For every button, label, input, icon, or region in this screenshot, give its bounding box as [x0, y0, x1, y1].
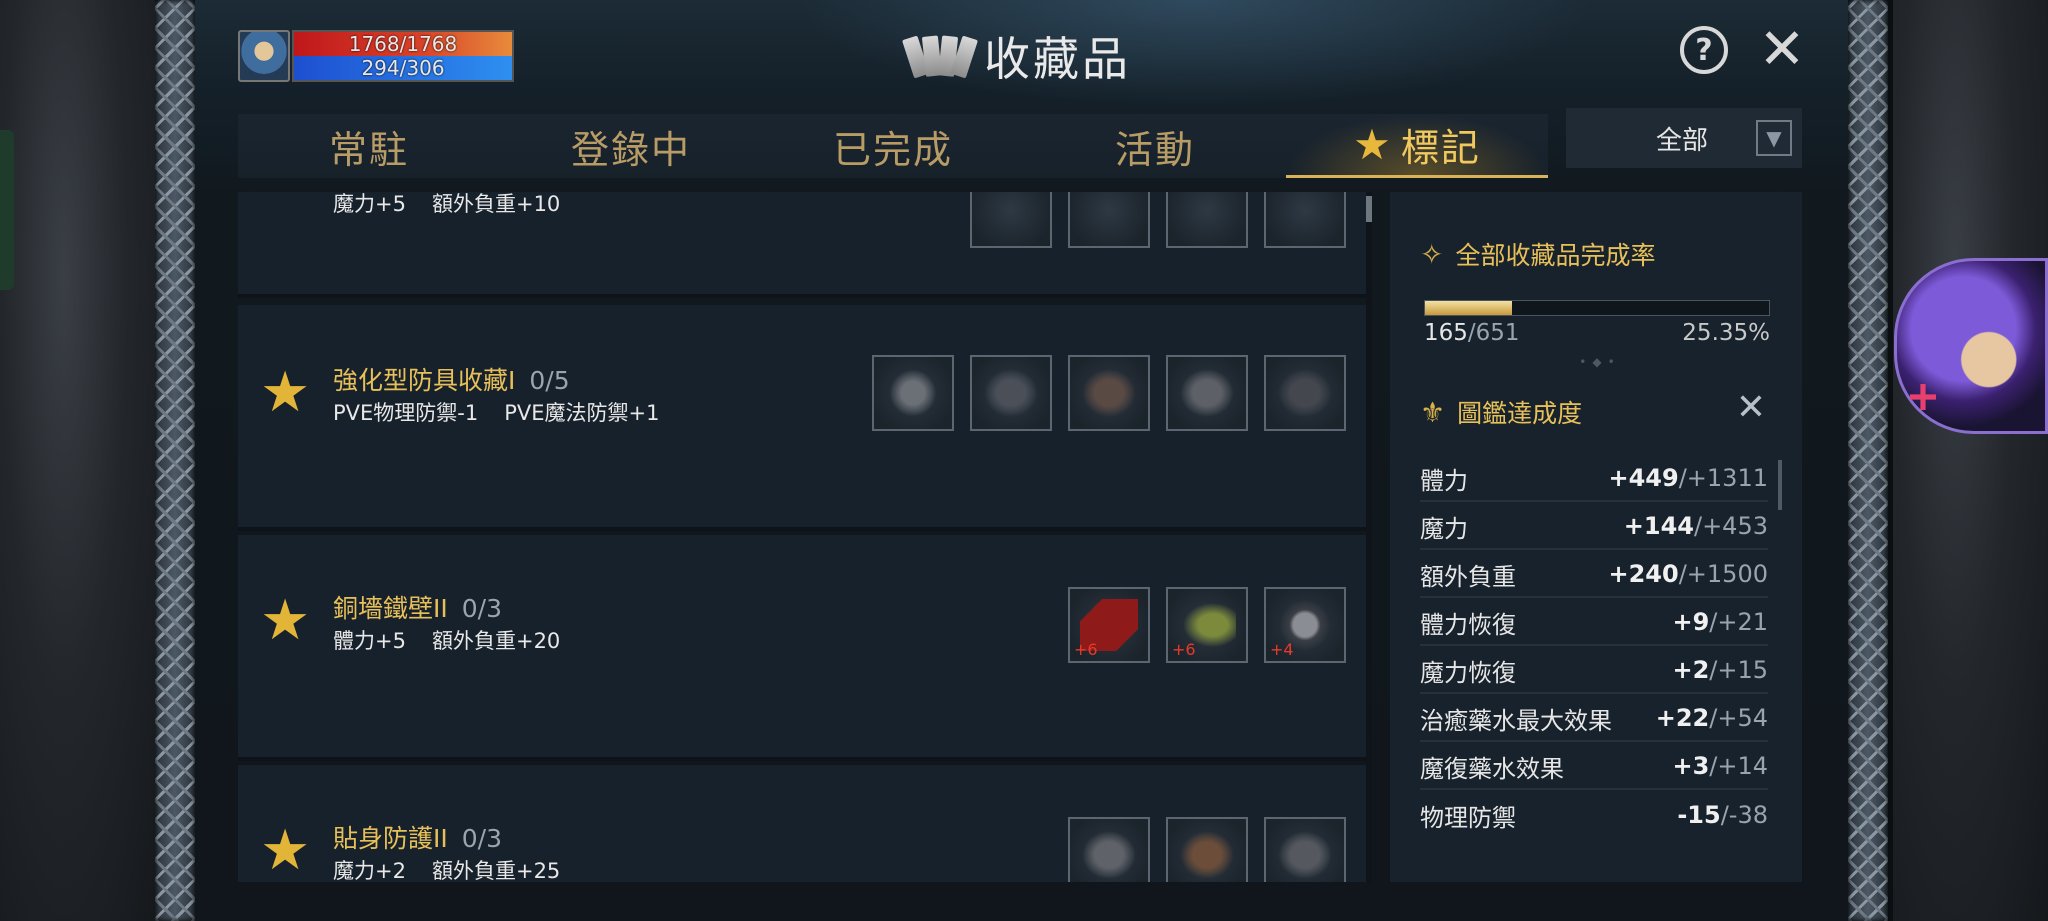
codex-stat-row: 物理防禦 -15/-38 — [1420, 801, 1768, 832]
tab-completed[interactable]: 已完成 — [762, 114, 1024, 178]
codex-stat-row: 治癒藥水最大效果 +22/+54 — [1420, 696, 1768, 742]
completion-icon: ✧ — [1420, 237, 1444, 271]
side-handle — [0, 130, 14, 290]
stats-side-panel: ✧ 全部收藏品完成率 165/651 25.35% •◆• ⚜ 圖鑑達成度 ✕ … — [1390, 192, 1802, 882]
codex-close-button[interactable]: ✕ — [1736, 390, 1766, 426]
card-progress: 0/5 — [529, 366, 570, 395]
character-portrait[interactable] — [1894, 258, 2048, 434]
item-slot[interactable] — [970, 192, 1052, 248]
item-slot-armor[interactable] — [1166, 355, 1248, 431]
card-stat: 額外負重+20 — [431, 629, 561, 653]
close-icon: ✕ — [1758, 17, 1806, 82]
completion-progress-fill — [1425, 301, 1513, 315]
completion-title: 全部收藏品完成率 — [1455, 241, 1656, 270]
category-tabs: 常駐 登錄中 已完成 活動 ★ 標記 — [238, 114, 1548, 178]
card-name: 貼身防護II — [333, 824, 448, 853]
page-title: 收藏品 — [984, 32, 1131, 86]
card-stat: 魔力+2 — [333, 859, 406, 882]
item-slot-armor[interactable] — [1068, 817, 1150, 882]
tab-registering[interactable]: 登錄中 — [500, 114, 762, 178]
ornate-frame-right — [1848, 0, 1888, 921]
card-stat: PVE魔法防禦+1 — [504, 401, 660, 425]
item-slot-armor[interactable] — [1166, 817, 1248, 882]
codex-stat-row: 體力 +449/+1311 — [1420, 456, 1768, 502]
stone-background-right — [1893, 0, 2048, 921]
item-slot-armor[interactable] — [1068, 355, 1150, 431]
item-slot-wings[interactable]: +6 — [1166, 587, 1248, 663]
enchant-level: +6 — [1074, 640, 1098, 659]
player-status: 1768/1768 294/306 — [238, 30, 514, 82]
tab-permanent[interactable]: 常駐 — [238, 114, 500, 178]
collection-card[interactable]: ★ 強化型防具收藏I 0/5 PVE物理防禦-1 PVE魔法防禦+1 — [238, 305, 1368, 531]
filter-dropdown[interactable]: 全部 ▼ — [1566, 108, 1802, 168]
codex-stat-row: 額外負重 +240/+1500 — [1420, 552, 1768, 598]
close-icon: ✕ — [1735, 387, 1766, 428]
mark-star-icon[interactable]: ★ — [260, 593, 310, 649]
fleur-icon: ⚜ — [1420, 395, 1446, 429]
card-name: 銅墻鐵壁II — [333, 594, 448, 623]
item-slot-gauntlets[interactable] — [872, 355, 954, 431]
mp-text: 294/306 — [361, 56, 445, 80]
codex-stat-row: 魔復藥水效果 +3/+14 — [1420, 744, 1768, 790]
item-slot-cloak[interactable]: +6 — [1068, 587, 1150, 663]
hp-text: 1768/1768 — [348, 32, 458, 56]
item-slot-helmet[interactable] — [1264, 355, 1346, 431]
codex-stat-row: 魔力 +144/+453 — [1420, 504, 1768, 550]
card-stat: 體力+5 — [333, 629, 406, 653]
help-button[interactable]: ? — [1680, 26, 1728, 74]
card-stat: PVE物理防禦-1 — [333, 401, 479, 425]
codex-stat-row: 魔力恢復 +2/+15 — [1420, 648, 1768, 694]
stone-background-left — [0, 0, 160, 921]
collection-card[interactable]: 魔力+5 額外負重+10 — [238, 192, 1368, 298]
collection-card[interactable]: ★ 貼身防護II 0/3 魔力+2 額外負重+25 — [238, 765, 1368, 882]
collection-card[interactable]: ★ 銅墻鐵壁II 0/3 體力+5 額外負重+20 +6 +6 +4 — [238, 535, 1368, 761]
ornate-frame-left — [155, 0, 195, 921]
codex-stat-row: 體力恢復 +9/+21 — [1420, 600, 1768, 646]
player-avatar — [238, 30, 290, 82]
completion-total: /651 — [1467, 320, 1520, 346]
collection-book-icon — [902, 32, 978, 80]
collection-list: 魔力+5 額外負重+10 ★ 強化型防具收藏I 0/5 PVE物理防禦-1 PVE魔法… — [238, 192, 1368, 882]
enchant-level: +6 — [1172, 640, 1196, 659]
tab-marked[interactable]: ★ 標記 — [1286, 114, 1548, 178]
card-name: 強化型防具收藏I — [333, 366, 516, 395]
card-stat: 魔力+5 — [333, 192, 406, 216]
dropdown-arrow-icon: ▼ — [1756, 120, 1792, 156]
item-slot[interactable] — [1068, 192, 1150, 248]
mark-star-icon[interactable]: ★ — [260, 823, 310, 879]
tab-event[interactable]: 活動 — [1024, 114, 1286, 178]
item-slot-shield[interactable]: +4 — [1264, 587, 1346, 663]
item-slot[interactable] — [1166, 192, 1248, 248]
item-slot[interactable] — [1264, 192, 1346, 248]
item-slot-armor[interactable] — [1264, 817, 1346, 882]
list-scrollbar-thumb[interactable] — [1366, 196, 1372, 222]
list-scrollbar[interactable] — [1366, 192, 1372, 882]
enchant-level: +4 — [1270, 640, 1294, 659]
card-progress: 0/3 — [461, 594, 502, 623]
divider: •◆• — [1579, 355, 1621, 369]
question-icon: ? — [1695, 32, 1713, 68]
completion-percent: 25.35% — [1682, 320, 1770, 346]
close-button[interactable]: ✕ — [1756, 22, 1808, 78]
filter-value: 全部 — [1656, 125, 1709, 156]
mark-star-icon[interactable]: ★ — [260, 365, 310, 421]
page-header: 收藏品 — [902, 24, 1131, 88]
hp-bar: 1768/1768 — [294, 32, 512, 56]
completion-count: 165 — [1424, 320, 1468, 346]
mp-bar: 294/306 — [294, 56, 512, 80]
item-slot-armor[interactable] — [970, 355, 1052, 431]
completion-progress-bar — [1424, 300, 1770, 316]
codex-scrollbar[interactable] — [1778, 460, 1782, 510]
card-stat: 額外負重+10 — [431, 192, 561, 216]
card-progress: 0/3 — [461, 824, 502, 853]
card-stat: 額外負重+25 — [431, 859, 561, 882]
star-icon: ★ — [1353, 120, 1393, 169]
codex-title: 圖鑑達成度 — [1457, 399, 1583, 428]
